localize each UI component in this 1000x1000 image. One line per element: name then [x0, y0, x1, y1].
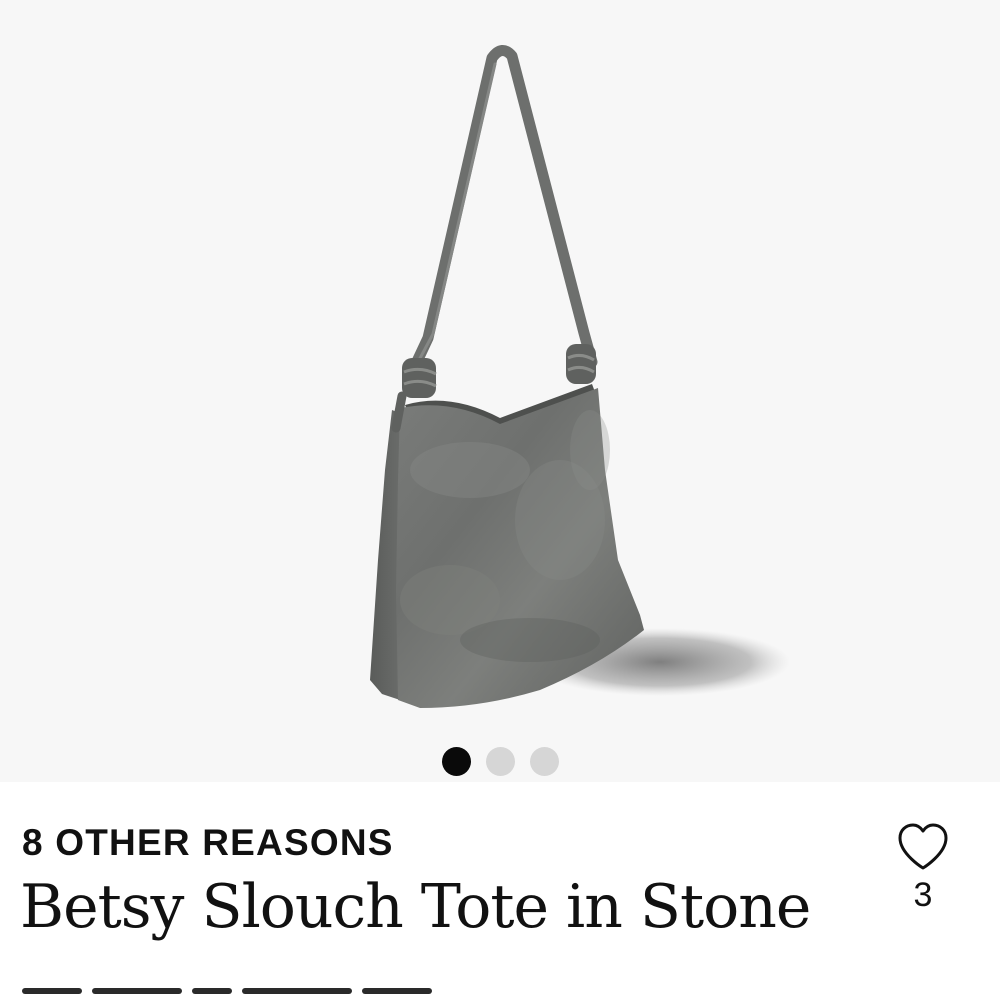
like-button[interactable]: 3: [890, 822, 956, 922]
product-info: 8 OTHER REASONS Betsy Slouch Tote in Sto…: [0, 782, 1000, 1000]
gallery-dot-3[interactable]: [529, 747, 559, 776]
description-text-cutoff: [22, 988, 582, 1000]
brand-name[interactable]: 8 OTHER REASONS: [22, 824, 394, 861]
product-photo[interactable]: [0, 0, 1000, 782]
gallery-pagination: [0, 747, 1000, 776]
gallery-dot-2[interactable]: [485, 747, 515, 776]
bag-knot-right: [566, 344, 596, 384]
like-count: 3: [913, 876, 933, 914]
product-title: Betsy Slouch Tote in Stone: [20, 872, 811, 942]
heart-outline-icon: [898, 823, 948, 870]
product-image-gallery[interactable]: [0, 0, 1000, 782]
bag-strap: [407, 45, 598, 376]
product-page: 8 OTHER REASONS Betsy Slouch Tote in Sto…: [0, 0, 1000, 1000]
gallery-dot-1[interactable]: [441, 747, 471, 776]
